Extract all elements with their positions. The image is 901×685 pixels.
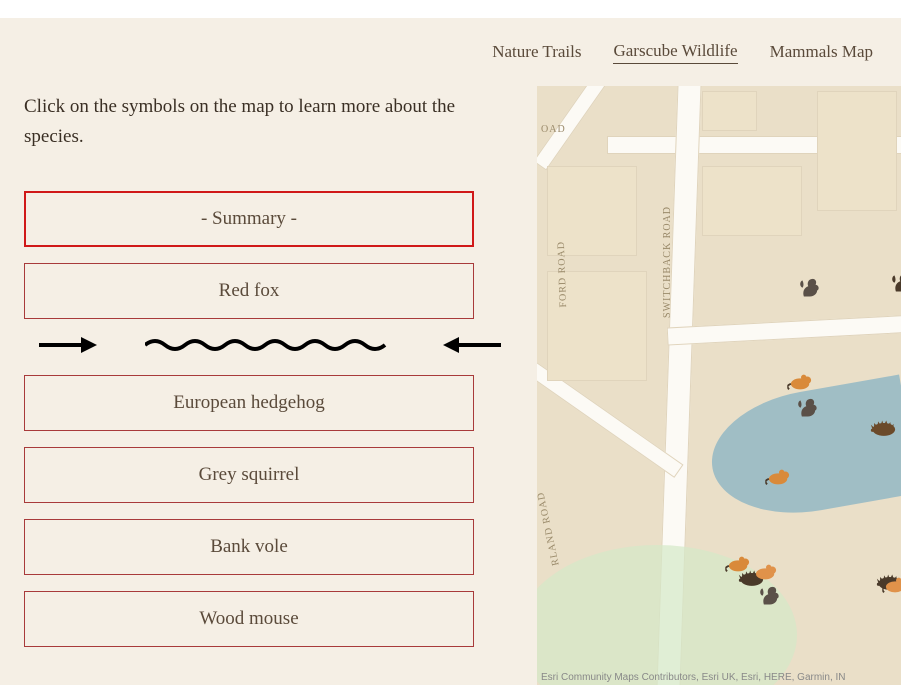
road-label-ford: ford Road <box>556 241 569 308</box>
squirrel-marker-icon[interactable] <box>795 276 823 298</box>
mouse-marker-icon[interactable] <box>752 561 780 583</box>
map-block <box>702 166 802 236</box>
mouse-marker-icon[interactable] <box>882 574 901 596</box>
arrow-right-icon <box>37 335 97 355</box>
breadcrumb-nav: Nature Trails Garscube Wildlife Mammals … <box>0 18 901 86</box>
squirrel-marker-icon[interactable] <box>793 396 821 418</box>
mouse-marker-icon[interactable] <box>787 371 815 393</box>
wood-mouse-button[interactable]: Wood mouse <box>24 591 474 647</box>
grey-squirrel-button[interactable]: Grey squirrel <box>24 447 474 503</box>
summary-button[interactable]: - Summary - <box>24 191 474 247</box>
squirrel-marker-icon[interactable] <box>887 271 901 293</box>
mouse-marker-icon[interactable] <box>765 466 793 488</box>
map-panel[interactable]: oad Switchback Road ford Road rland Road… <box>537 86 901 685</box>
arrow-left-icon <box>443 335 503 355</box>
squirrel-marker-icon[interactable] <box>755 584 783 606</box>
map-block <box>817 91 897 211</box>
top-white-bar <box>0 0 901 18</box>
nav-nature-trails[interactable]: Nature Trails <box>492 42 581 62</box>
road-label: oad <box>541 124 566 135</box>
map-attribution: Esri Community Maps Contributors, Esri U… <box>541 672 846 683</box>
divider-squiggle <box>10 335 530 355</box>
sidebar: Click on the symbols on the map to learn… <box>0 86 537 685</box>
hedgehog-marker-icon[interactable] <box>869 416 897 438</box>
nav-mammals-map[interactable]: Mammals Map <box>770 42 873 62</box>
european-hedgehog-button[interactable]: European hedgehog <box>24 375 474 431</box>
nav-garscube-wildlife[interactable]: Garscube Wildlife <box>613 41 737 64</box>
map-background: oad Switchback Road ford Road rland Road <box>537 86 901 685</box>
map-block <box>702 91 757 131</box>
squiggle-icon <box>145 335 395 355</box>
red-fox-button[interactable]: Red fox <box>24 263 474 319</box>
road-label-switchback: Switchback Road <box>662 206 673 318</box>
road-label-rland: rland Road <box>537 491 562 567</box>
main-content: Click on the symbols on the map to learn… <box>0 86 901 685</box>
instruction-text: Click on the symbols on the map to learn… <box>24 92 504 153</box>
bank-vole-button[interactable]: Bank vole <box>24 519 474 575</box>
map-road <box>667 314 901 345</box>
